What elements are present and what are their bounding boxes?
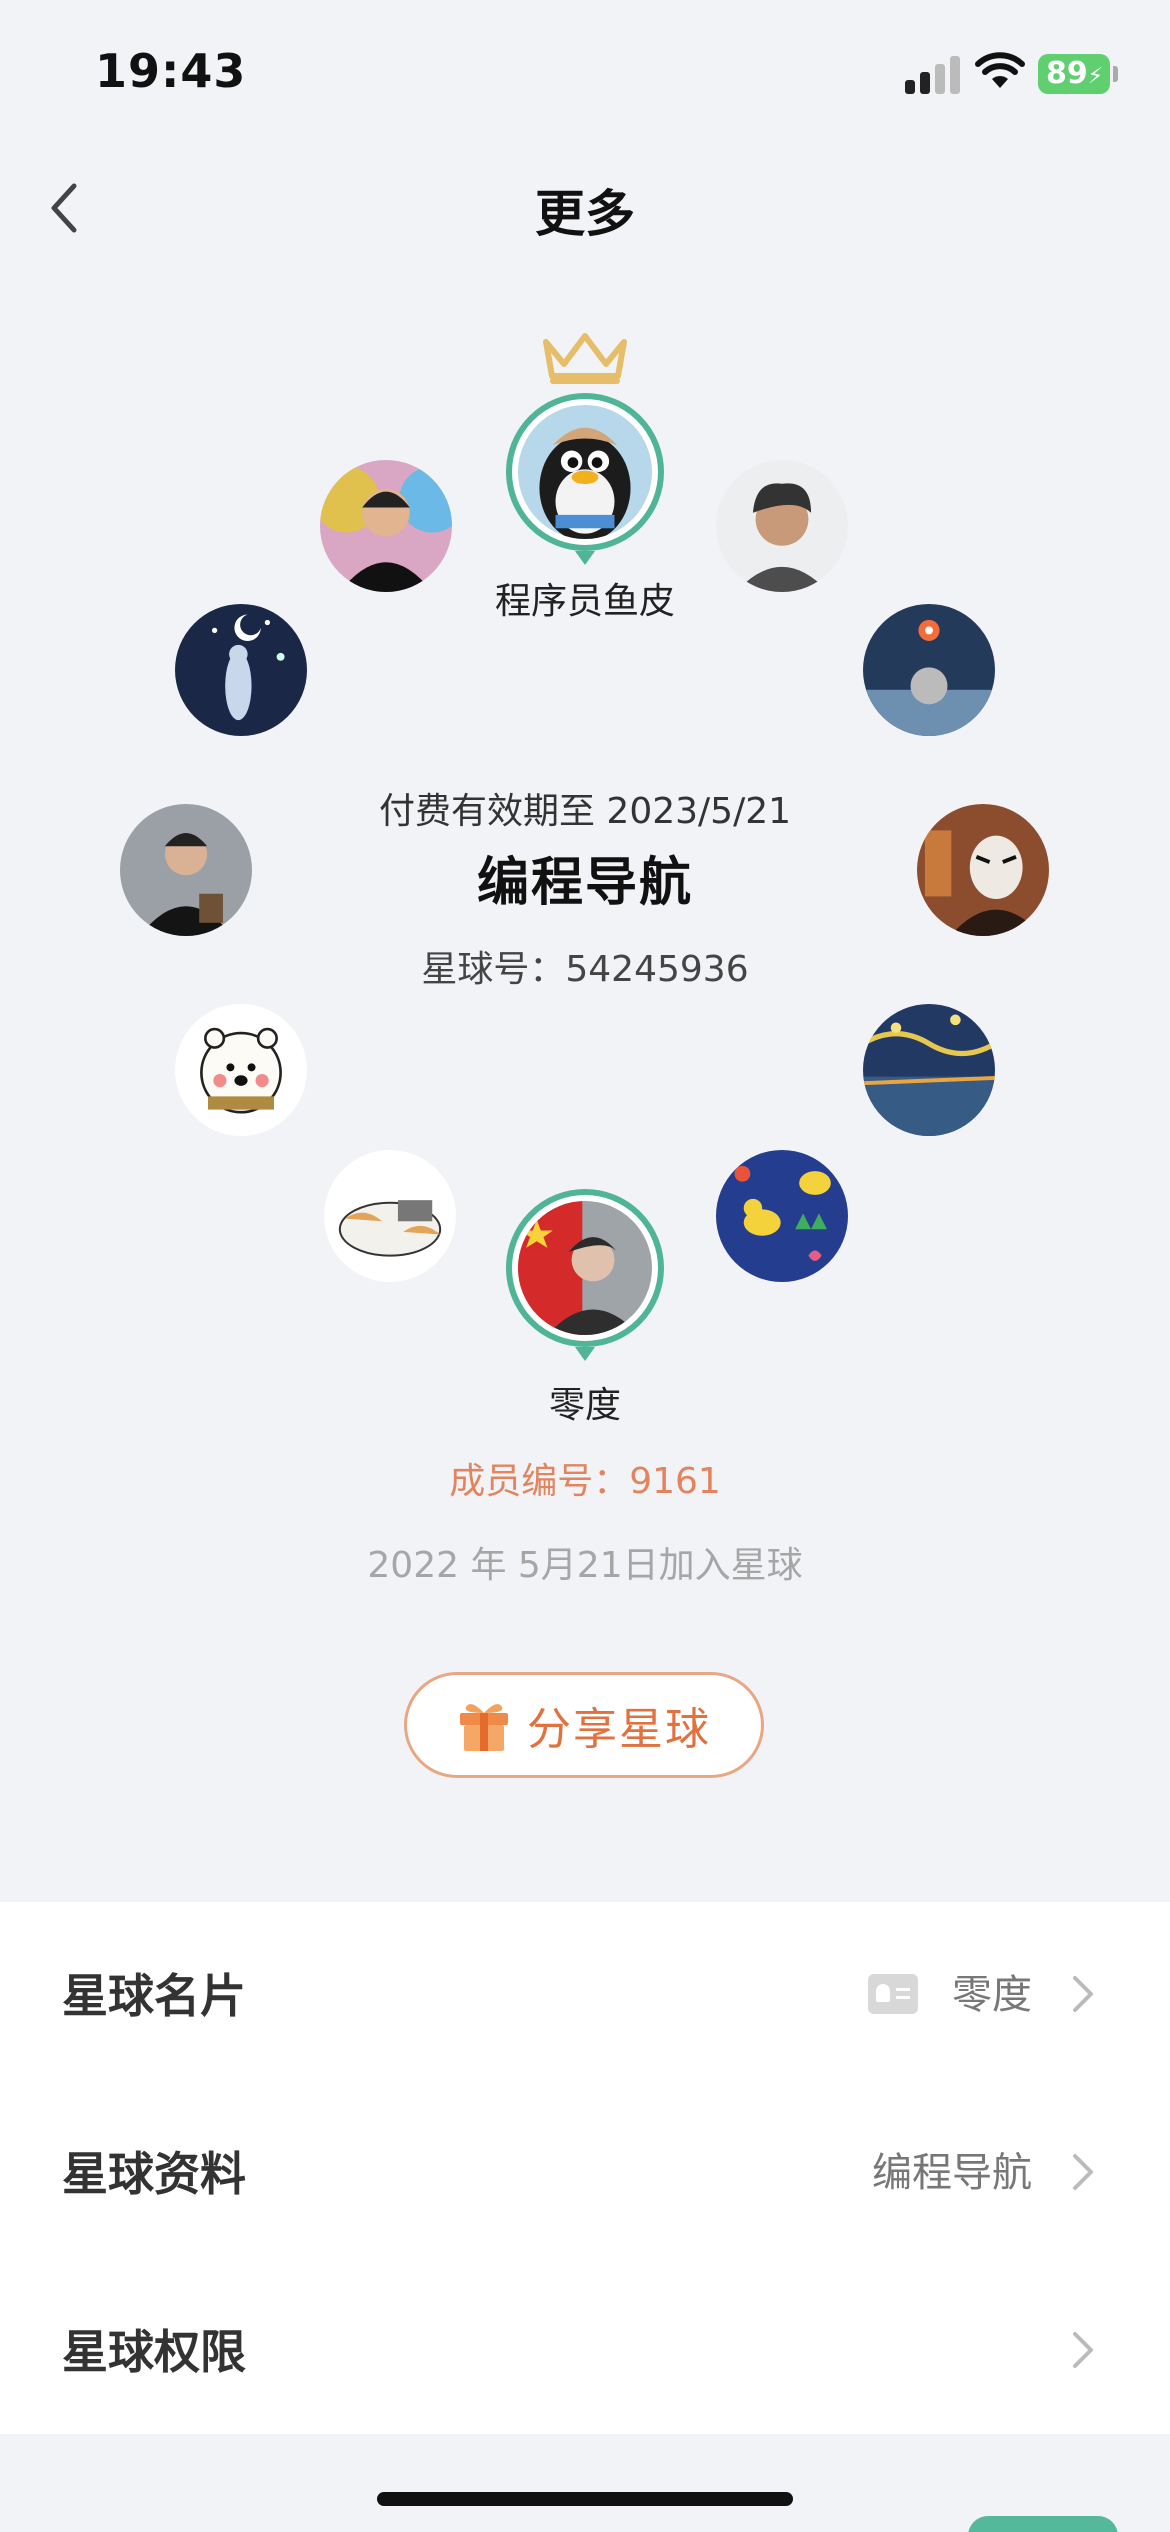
battery-indicator: 89⚡: [1038, 54, 1118, 94]
cellular-signal-icon: [905, 56, 961, 94]
member-number: 成员编号：9161: [449, 1461, 721, 1502]
member-avatar[interactable]: [716, 1150, 848, 1282]
gift-icon: [460, 1704, 508, 1751]
chevron-right-icon: [1073, 1976, 1093, 2012]
list-item-planet-profile[interactable]: 星球资料 编程导航: [0, 2080, 1170, 2258]
list-item-label: 星球权限: [62, 2325, 246, 2379]
member-avatar[interactable]: [716, 460, 848, 592]
member-avatar[interactable]: [320, 460, 452, 592]
page-title: 更多: [535, 185, 635, 243]
id-card-icon: [868, 1974, 918, 2014]
list-item-value: 编程导航: [872, 2150, 1032, 2196]
member-avatar[interactable]: [324, 1150, 456, 1282]
member-avatar[interactable]: [175, 1004, 307, 1136]
crown-icon: [543, 333, 627, 384]
list-item-planet-permissions[interactable]: 星球权限: [0, 2258, 1170, 2436]
wifi-icon: [975, 52, 1025, 88]
battery-level: 89: [1046, 56, 1088, 91]
penguin-image: [518, 405, 652, 539]
screen: 19:43 89⚡ 更多 程序员鱼皮 付费有效期至 2023/5/21 编程导航…: [0, 0, 1170, 2532]
settings-list: 星球名片 零度 星球资料 编程导航 星球权限: [0, 1902, 1170, 2434]
list-item-label: 星球资料: [62, 2147, 246, 2201]
list-item-label: 星球名片: [62, 1969, 246, 2023]
chevron-right-icon: [1073, 2154, 1093, 2190]
share-button-label: 分享星球: [527, 1704, 711, 1755]
member-avatar[interactable]: [863, 604, 995, 736]
list-item-planet-card[interactable]: 星球名片 零度: [0, 1902, 1170, 2080]
status-time: 19:43: [95, 44, 247, 98]
planet-id: 星球号：54245936: [421, 949, 749, 990]
join-date: 2022 年 5月21日加入星球: [367, 1545, 803, 1586]
home-indicator[interactable]: [377, 2492, 793, 2506]
member-self-avatar[interactable]: [506, 1189, 664, 1361]
share-planet-button[interactable]: 分享星球: [404, 1672, 764, 1778]
list-item-value: 零度: [952, 1972, 1032, 2018]
member-avatar[interactable]: [863, 1004, 995, 1136]
member-photo-image: [518, 1201, 652, 1335]
planet-name: 编程导航: [476, 853, 693, 913]
owner-avatar[interactable]: [506, 393, 664, 565]
chevron-right-icon: [1073, 2332, 1093, 2368]
paid-until-text: 付费有效期至 2023/5/21: [378, 791, 792, 832]
owner-name: 程序员鱼皮: [494, 581, 675, 622]
toggle-switch[interactable]: [968, 2516, 1118, 2532]
member-name: 零度: [548, 1385, 621, 1426]
member-avatar[interactable]: [175, 604, 307, 736]
